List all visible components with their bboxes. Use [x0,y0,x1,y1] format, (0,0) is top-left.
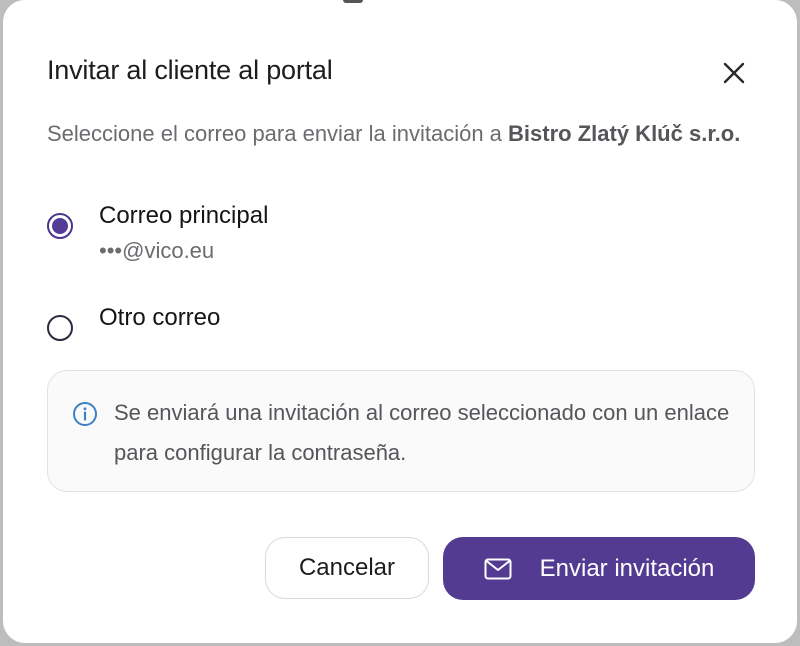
option-other-email[interactable]: Otro correo [47,304,447,344]
masked-email: •••@vico.eu [99,238,215,263]
close-button[interactable] [719,58,749,88]
info-box: Se enviará una invitación al correo sele… [47,370,755,492]
client-name: Bistro Zlatý Klúč s.r.o. [508,121,741,146]
option-main-email[interactable]: Correo principal •••@vico.eu [47,202,447,272]
invite-dialog: Invitar al cliente al portal Seleccione … [3,0,797,643]
page-backdrop: Invitar al cliente al portal Seleccione … [0,0,800,646]
info-text: Se enviará una invitación al correo sele… [114,400,730,465]
close-icon [723,62,745,84]
handle [343,0,363,3]
mail-icon [484,558,512,579]
send-invitation-button[interactable]: Enviar invitación [443,537,755,600]
radio-other-email[interactable] [47,315,73,341]
option-label: Otro correo [99,304,221,331]
radio-main-email[interactable] [47,213,73,239]
dialog-description: Seleccione el correo para enviar la invi… [47,114,767,154]
dialog-title: Invitar al cliente al portal [47,55,333,85]
info-icon [73,402,97,426]
description-text: Seleccione el correo para enviar la invi… [47,121,509,146]
cancel-button[interactable]: Cancelar [265,537,429,599]
option-label: Correo principal [99,202,269,229]
send-invitation-label: Enviar invitación [539,554,715,582]
